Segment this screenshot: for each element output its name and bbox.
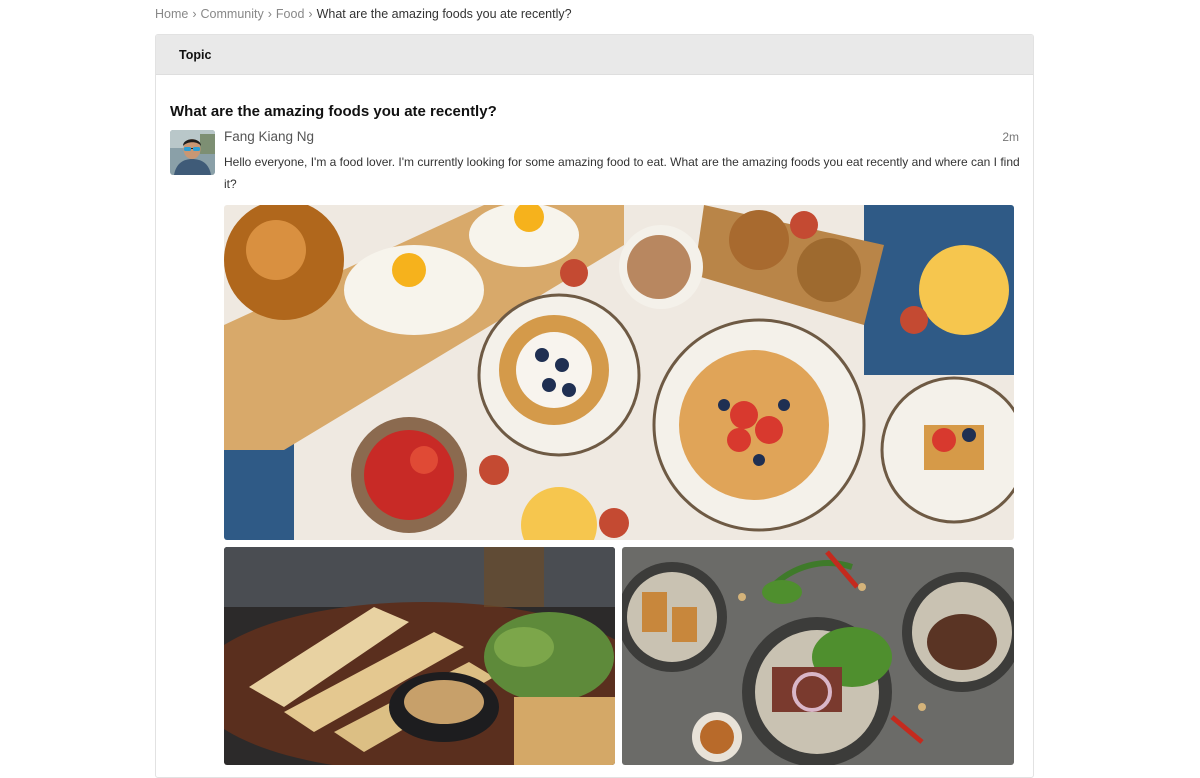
breadcrumb: Home › Community › Food › What are the amazing… [155, 7, 572, 21]
breadcrumb-separator: › [192, 7, 197, 21]
avatar[interactable] [170, 130, 215, 175]
breadcrumb-community[interactable]: Community [201, 7, 264, 21]
post-body: Hello everyone, I'm a food lover. I'm cu… [224, 155, 1020, 191]
panel-header: Topic [156, 35, 1033, 75]
breadcrumb-current: What are the amazing foods you ate recen… [316, 7, 572, 21]
breadcrumb-food[interactable]: Food [276, 7, 305, 21]
author-name[interactable]: Fang Kiang Ng [224, 129, 314, 144]
breakfast-table-photo[interactable] [224, 205, 1014, 540]
post-timestamp: 2m [1002, 130, 1019, 144]
steak-salad-bowls-photo[interactable] [622, 547, 1014, 765]
topic-title: What are the amazing foods you ate recen… [170, 103, 497, 120]
topic-panel: Topic What are the amazing foods you ate… [155, 34, 1034, 778]
grilled-skewers-photo[interactable] [224, 547, 615, 765]
breadcrumb-separator: › [308, 7, 313, 21]
breadcrumb-separator: › [267, 7, 272, 21]
breadcrumb-home[interactable]: Home [155, 7, 188, 21]
